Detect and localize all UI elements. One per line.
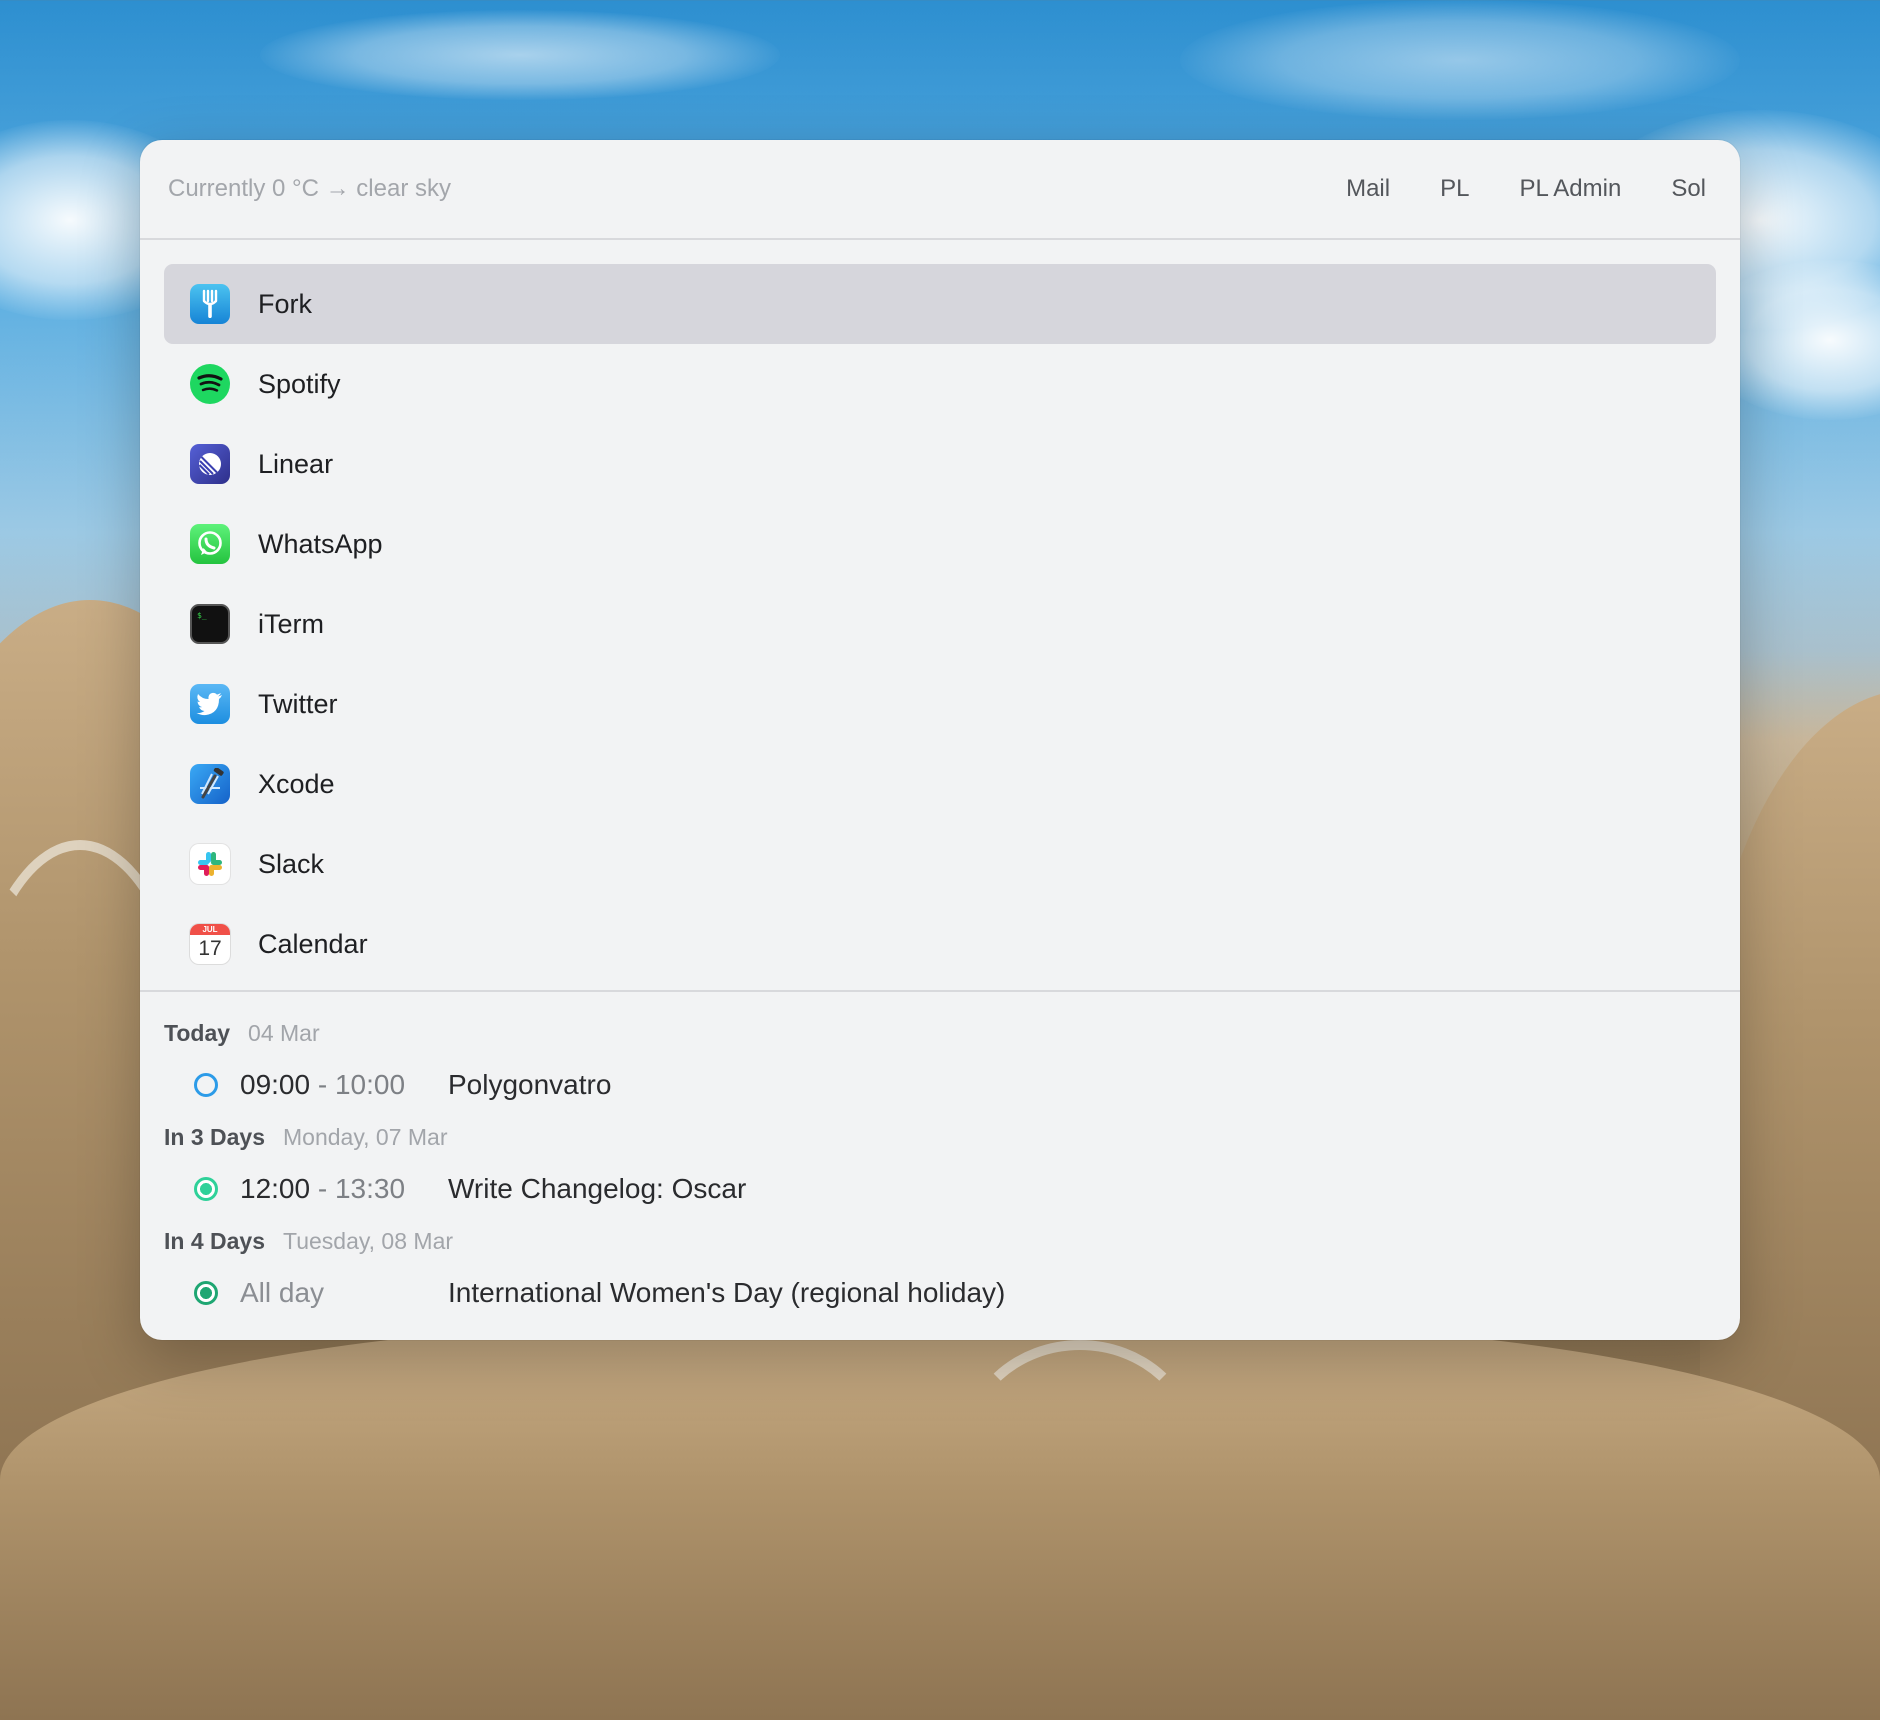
twitter-icon (190, 684, 230, 724)
app-item-iterm[interactable]: $_ iTerm (164, 584, 1716, 664)
event-time-separator: - (310, 1069, 335, 1100)
event-end: 13:30 (334, 1173, 406, 1204)
linear-icon (190, 444, 230, 484)
xcode-icon (190, 764, 230, 804)
day-date: Tuesday, 08 Mar (283, 1227, 454, 1254)
calendar-event[interactable]: All day International Women's Day (regio… (164, 1258, 1716, 1328)
app-item-fork[interactable]: Fork (164, 264, 1716, 344)
whatsapp-icon (190, 524, 230, 564)
day-relative: In 4 Days (164, 1227, 265, 1254)
day-header: In 4 Days Tuesday, 08 Mar (164, 1224, 1716, 1258)
calendar-agenda: Today 04 Mar 09:00 - 10:00 Polygonvatro … (140, 992, 1740, 1328)
app-item-slack[interactable]: Slack (164, 824, 1716, 904)
calendar-icon-day: 17 (198, 937, 222, 960)
day-relative: In 3 Days (164, 1123, 265, 1150)
event-end: 10:00 (334, 1069, 406, 1100)
app-item-linear[interactable]: Linear (164, 424, 1716, 504)
event-title: Polygonvatro (448, 1069, 612, 1100)
launcher-panel: Currently 0 °C → clear sky Mail PL PL Ad… (140, 140, 1740, 1340)
app-label: Xcode (258, 768, 335, 799)
app-label: Calendar (258, 928, 368, 959)
event-title: International Women's Day (regional holi… (448, 1277, 1006, 1308)
iterm-icon: $_ (190, 604, 230, 644)
app-label: WhatsApp (258, 528, 383, 559)
link-pl-admin[interactable]: PL Admin (1519, 175, 1621, 203)
event-time-separator: - (310, 1173, 335, 1204)
quick-links: Mail PL PL Admin Sol (1346, 175, 1706, 203)
slack-icon (190, 844, 230, 884)
event-status-open-icon (194, 1073, 218, 1097)
calendar-icon-month: JUL (190, 924, 230, 935)
svg-text:$_: $_ (197, 611, 207, 620)
app-item-calendar[interactable]: JUL 17 Calendar (164, 904, 1716, 984)
app-label: iTerm (258, 608, 324, 639)
event-status-filled-icon (194, 1281, 218, 1305)
app-item-twitter[interactable]: Twitter (164, 664, 1716, 744)
app-item-xcode[interactable]: Xcode (164, 744, 1716, 824)
link-mail[interactable]: Mail (1346, 175, 1390, 203)
event-start: 12:00 (240, 1173, 311, 1204)
event-time: 09:00 - 10:00 (240, 1069, 448, 1101)
link-sol[interactable]: Sol (1671, 175, 1706, 203)
app-item-whatsapp[interactable]: WhatsApp (164, 504, 1716, 584)
app-item-spotify[interactable]: Spotify (164, 344, 1716, 424)
calendar-event[interactable]: 09:00 - 10:00 Polygonvatro (164, 1050, 1716, 1120)
spotify-icon (190, 364, 230, 404)
app-label: Slack (258, 848, 325, 879)
event-time: 12:00 - 13:30 (240, 1173, 448, 1205)
event-status-filled-icon (194, 1177, 218, 1201)
day-header: In 3 Days Monday, 07 Mar (164, 1120, 1716, 1154)
event-title: Write Changelog: Oscar (448, 1173, 747, 1204)
calendar-icon: JUL 17 (190, 924, 230, 964)
day-header: Today 04 Mar (164, 1016, 1716, 1050)
day-relative: Today (164, 1019, 231, 1046)
calendar-event[interactable]: 12:00 - 13:30 Write Changelog: Oscar (164, 1154, 1716, 1224)
weather-status: Currently 0 °C → clear sky (168, 175, 451, 202)
link-pl[interactable]: PL (1440, 175, 1469, 203)
day-date: 04 Mar (248, 1019, 320, 1046)
event-start: 09:00 (240, 1069, 311, 1100)
app-list: Fork Spotify Linear WhatsApp $_ iTerm Tw… (140, 240, 1740, 984)
day-date: Monday, 07 Mar (283, 1123, 448, 1150)
app-label: Linear (258, 448, 334, 479)
fork-icon (190, 284, 230, 324)
app-label: Twitter (258, 688, 338, 719)
event-time: All day (240, 1277, 325, 1308)
app-label: Spotify (258, 368, 341, 399)
launcher-header: Currently 0 °C → clear sky Mail PL PL Ad… (140, 140, 1740, 240)
app-label: Fork (258, 288, 312, 319)
